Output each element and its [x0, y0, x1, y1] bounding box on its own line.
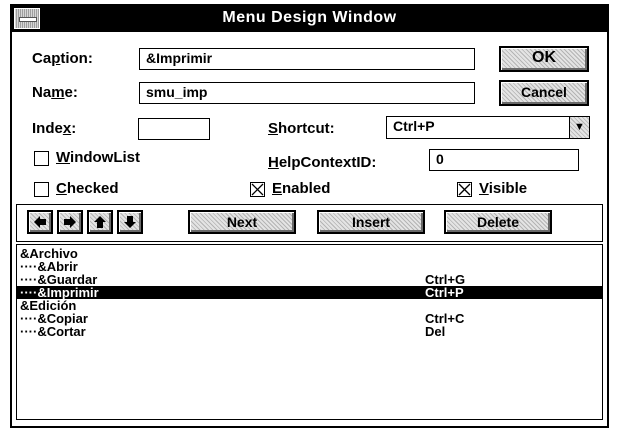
combo-dropdown-icon[interactable]: ▼	[569, 117, 589, 138]
arrow-up-icon[interactable]	[87, 210, 113, 234]
shortcut-combo[interactable]: Ctrl+P ▼	[386, 116, 590, 139]
arrow-left-icon[interactable]	[27, 210, 53, 234]
enabled-label: Enabled	[272, 180, 331, 197]
windowlist-label: WindowList	[56, 149, 141, 166]
name-label: Name:	[32, 84, 78, 101]
insert-button[interactable]: Insert	[317, 210, 425, 234]
list-item[interactable]: ····&Cortar Del	[17, 325, 602, 338]
checkmark-x-icon	[251, 183, 264, 196]
list-item[interactable]: ····&Copiar Ctrl+C	[17, 312, 602, 325]
index-label: Index:	[32, 120, 77, 137]
caption-label: Caption:	[32, 50, 93, 67]
enabled-checkbox[interactable]	[250, 182, 265, 197]
menu-design-window: Menu Design Window Caption: &Imprimir OK…	[10, 4, 609, 428]
menu-items-list[interactable]: &Archivo ····&Abrir ····&Guardar Ctrl+G …	[16, 244, 603, 420]
index-input[interactable]	[138, 118, 210, 140]
checked-label: Checked	[56, 180, 119, 197]
helpcontextid-input[interactable]: 0	[429, 149, 579, 171]
visible-checkbox[interactable]	[457, 182, 472, 197]
menu-editor-toolbar: Next Insert Delete	[16, 204, 603, 242]
list-item[interactable]: &Archivo	[17, 247, 602, 260]
ok-button[interactable]: OK	[499, 46, 589, 72]
list-item[interactable]: ····&Abrir	[17, 260, 602, 273]
list-item[interactable]: &Edición	[17, 299, 602, 312]
shortcut-label: Shortcut:	[268, 120, 335, 137]
helpcontextid-label: HelpContextID:	[268, 154, 377, 171]
checked-checkbox[interactable]	[34, 182, 49, 197]
cancel-button[interactable]: Cancel	[499, 80, 589, 106]
window-title: Menu Design Window	[222, 9, 397, 26]
windowlist-checkbox[interactable]	[34, 151, 49, 166]
list-item-selected[interactable]: ····&Imprimir Ctrl+P	[17, 286, 602, 299]
arrow-down-icon[interactable]	[117, 210, 143, 234]
caption-input[interactable]: &Imprimir	[139, 48, 475, 70]
delete-button[interactable]: Delete	[444, 210, 552, 234]
name-input[interactable]: smu_imp	[139, 82, 475, 104]
title-bar: Menu Design Window	[12, 6, 607, 32]
checkmark-x-icon	[458, 183, 471, 196]
shortcut-value: Ctrl+P	[393, 118, 435, 134]
list-item[interactable]: ····&Guardar Ctrl+G	[17, 273, 602, 286]
arrow-right-icon[interactable]	[57, 210, 83, 234]
visible-label: Visible	[479, 180, 528, 197]
next-button[interactable]: Next	[188, 210, 296, 234]
